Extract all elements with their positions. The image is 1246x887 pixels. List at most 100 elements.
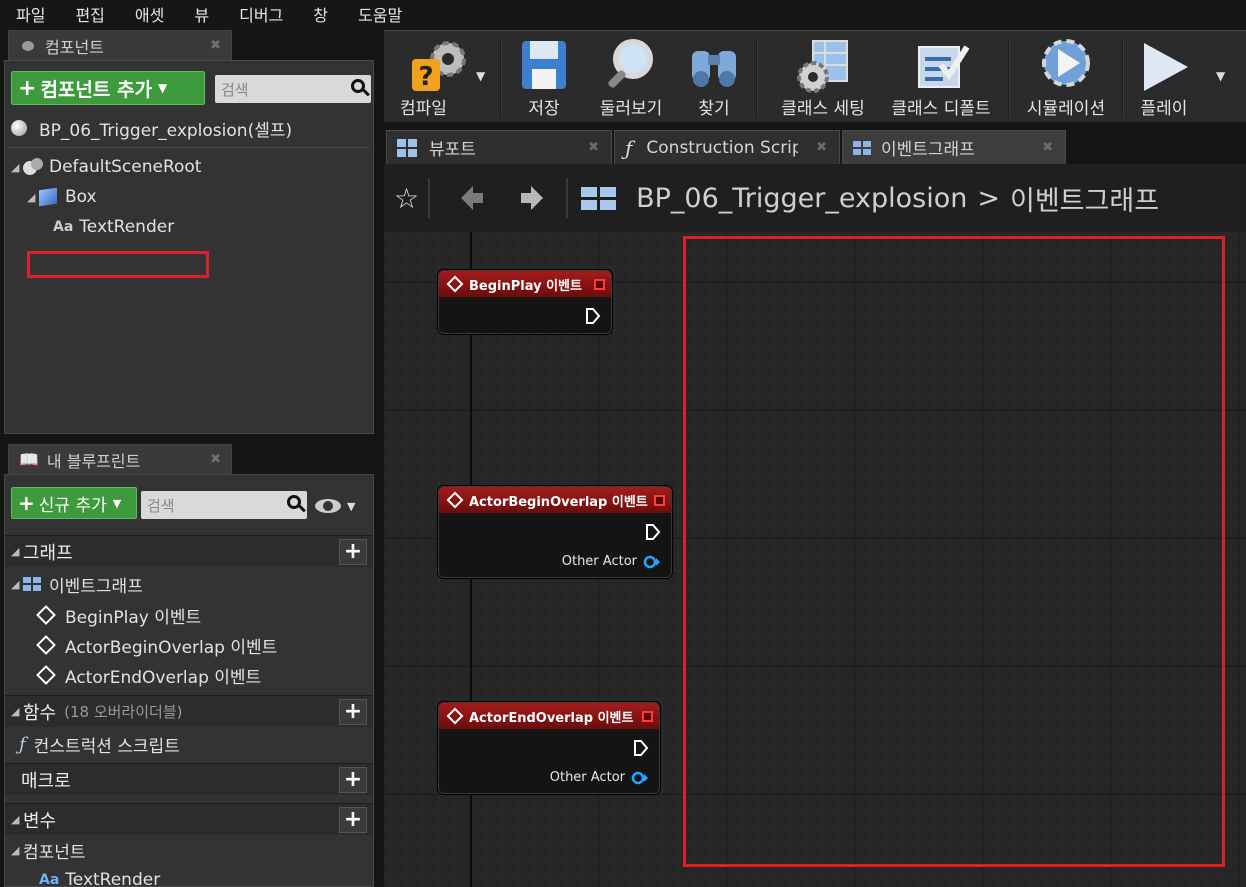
expand-arrow-icon: ◢ xyxy=(27,190,36,204)
find-button[interactable]: 찾기 xyxy=(678,31,750,123)
components-tab[interactable]: 컴포넌트 ✖ xyxy=(8,30,232,60)
event-graph-icon xyxy=(853,140,871,155)
event-graph-item[interactable]: ◢ 이벤트그래프 xyxy=(11,569,143,599)
tree-item-textrender[interactable]: Aa TextRender xyxy=(53,212,174,242)
highlight-box xyxy=(683,236,1225,867)
variables-section-label: 변수 xyxy=(23,810,57,832)
play-button[interactable]: 플레이 xyxy=(1128,31,1200,123)
breadcrumb-graph: 이벤트그래프 xyxy=(1010,185,1160,217)
browse-label: 둘러보기 xyxy=(599,99,663,119)
browse-button[interactable]: 둘러보기 xyxy=(586,31,676,123)
chevron-down-icon: ▼ xyxy=(347,499,356,513)
node-header: ActorBeginOverlap 이벤트 xyxy=(439,487,671,513)
class-settings-icon xyxy=(797,40,848,93)
graphs-section[interactable]: ◢ 그래프 + xyxy=(5,535,373,567)
object-output-pin[interactable] xyxy=(643,555,661,569)
eye-icon xyxy=(315,499,341,513)
plus-icon: + xyxy=(18,75,37,101)
add-new-button[interactable]: + 신규 추가 ▼ xyxy=(11,487,137,519)
expand-arrow-icon: ◢ xyxy=(11,160,20,174)
exec-output-pin[interactable] xyxy=(645,523,661,541)
self-component-label: BP_06_Trigger_explosion(셀프) xyxy=(39,120,293,141)
tree-item-box[interactable]: ◢ Box xyxy=(27,182,97,212)
tab-construction-script[interactable]: ƒ Construction Script ✖ xyxy=(614,130,840,164)
simulate-label: 시뮬레이션 xyxy=(1026,99,1106,119)
event-diamond-icon xyxy=(36,605,56,625)
node-title: ActorEndOverlap 이벤트 xyxy=(469,710,634,726)
actorbeginoverlap-event-node[interactable]: ActorBeginOverlap 이벤트 Other Actor xyxy=(438,486,672,578)
node-header: ActorEndOverlap 이벤트 xyxy=(439,703,659,729)
event-graph-icon xyxy=(581,186,617,210)
functions-section[interactable]: ◢ 함수 (18 오버라이더블) + xyxy=(5,695,373,727)
tab-label: 뷰포트 xyxy=(429,140,476,160)
macros-section[interactable]: 매크로 + xyxy=(5,763,373,795)
blueprint-search-input[interactable]: 검색 xyxy=(141,491,307,519)
class-settings-button[interactable]: 클래스 세팅 xyxy=(764,31,882,123)
menu-debug[interactable]: 디버그 xyxy=(239,2,283,26)
add-graph-button[interactable]: + xyxy=(339,538,367,565)
text-render-icon: Aa xyxy=(53,219,74,235)
compile-button[interactable]: ? 컴파일 xyxy=(390,31,490,123)
menu-view[interactable]: 뷰 xyxy=(194,2,209,26)
variable-category-components[interactable]: ◢ 컴포넌트 xyxy=(11,835,86,865)
menu-bar: 파일 편집 애셋 뷰 디버그 창 도움말 xyxy=(0,0,1246,28)
compile-options-chevron-icon[interactable]: ▼ xyxy=(476,69,485,83)
construction-script-item[interactable]: ƒ 컨스트럭션 스크립트 xyxy=(19,729,180,759)
variable-item-textrender[interactable]: Aa TextRender xyxy=(39,865,160,886)
search-placeholder: 검색 xyxy=(221,80,249,99)
event-item-beginplay[interactable]: BeginPlay 이벤트 xyxy=(36,600,201,630)
add-function-button[interactable]: + xyxy=(339,698,367,725)
variables-section[interactable]: ◢ 변수 + xyxy=(5,803,373,835)
favorite-star-icon[interactable]: ☆ xyxy=(394,182,419,215)
self-component-row[interactable]: BP_06_Trigger_explosion(셀프) xyxy=(11,113,292,143)
close-icon[interactable]: ✖ xyxy=(210,38,221,53)
exec-output-pin[interactable] xyxy=(585,307,601,325)
components-tab-icon xyxy=(19,39,37,53)
event-item-actorbeginoverlap[interactable]: ActorBeginOverlap 이벤트 xyxy=(36,630,277,660)
exec-output-pin[interactable] xyxy=(633,739,649,757)
menu-help[interactable]: 도움말 xyxy=(358,2,402,26)
add-component-button[interactable]: + 컴포넌트 추가 ▼ xyxy=(11,71,205,105)
tree-item-defaultsceneroot[interactable]: ◢ DefaultSceneRoot xyxy=(11,152,201,182)
forward-arrow-icon[interactable] xyxy=(517,183,547,213)
box-icon xyxy=(39,187,57,207)
function-icon: ƒ xyxy=(19,733,26,755)
close-icon[interactable]: ✖ xyxy=(816,140,827,155)
header-separator xyxy=(566,178,568,218)
menu-file[interactable]: 파일 xyxy=(16,2,45,26)
close-icon[interactable]: ✖ xyxy=(210,452,221,467)
back-arrow-icon[interactable] xyxy=(457,183,487,213)
add-macro-button[interactable]: + xyxy=(339,766,367,793)
search-icon xyxy=(285,494,307,516)
event-stop-icon xyxy=(642,710,653,722)
simulate-button[interactable]: 시뮬레이션 xyxy=(1014,31,1118,123)
toolbar-separator xyxy=(1122,37,1124,117)
event-item-actorendoverlap[interactable]: ActorEndOverlap 이벤트 xyxy=(36,660,261,690)
object-output-pin[interactable] xyxy=(631,771,649,785)
class-defaults-button[interactable]: 클래스 디폴트 xyxy=(882,31,1000,123)
my-blueprint-tab[interactable]: 📖 내 블루프린트 ✖ xyxy=(8,444,232,474)
actorendoverlap-event-node[interactable]: ActorEndOverlap 이벤트 Other Actor xyxy=(438,702,660,794)
close-icon[interactable]: ✖ xyxy=(588,140,599,155)
play-icon xyxy=(1144,43,1188,91)
tab-event-graph[interactable]: 이벤트그래프 ✖ xyxy=(842,130,1066,164)
beginplay-event-node[interactable]: BeginPlay 이벤트 xyxy=(438,270,612,334)
menu-window[interactable]: 창 xyxy=(313,2,328,26)
close-icon[interactable]: ✖ xyxy=(1042,140,1053,155)
add-new-label: 신규 추가 xyxy=(38,495,107,516)
save-button[interactable]: 저장 xyxy=(508,31,580,123)
add-variable-button[interactable]: + xyxy=(339,806,367,833)
header-separator xyxy=(428,178,430,218)
component-search-input[interactable]: 검색 xyxy=(215,75,371,103)
tab-viewport[interactable]: 뷰포트 ✖ xyxy=(386,130,612,164)
breadcrumb-separator: > xyxy=(977,182,1000,214)
graphs-section-label: 그래프 xyxy=(23,542,73,564)
menu-asset[interactable]: 애셋 xyxy=(135,2,164,26)
event-diamond-icon xyxy=(446,275,464,293)
breadcrumb-blueprint[interactable]: BP_06_Trigger_explosion xyxy=(636,183,967,214)
functions-section-label: 함수 xyxy=(23,702,57,724)
view-options-button[interactable]: ▼ xyxy=(315,495,365,517)
play-options-chevron-icon[interactable]: ▼ xyxy=(1216,69,1225,83)
menu-edit[interactable]: 편집 xyxy=(75,2,104,26)
event-graph-label: 이벤트그래프 xyxy=(49,576,143,597)
